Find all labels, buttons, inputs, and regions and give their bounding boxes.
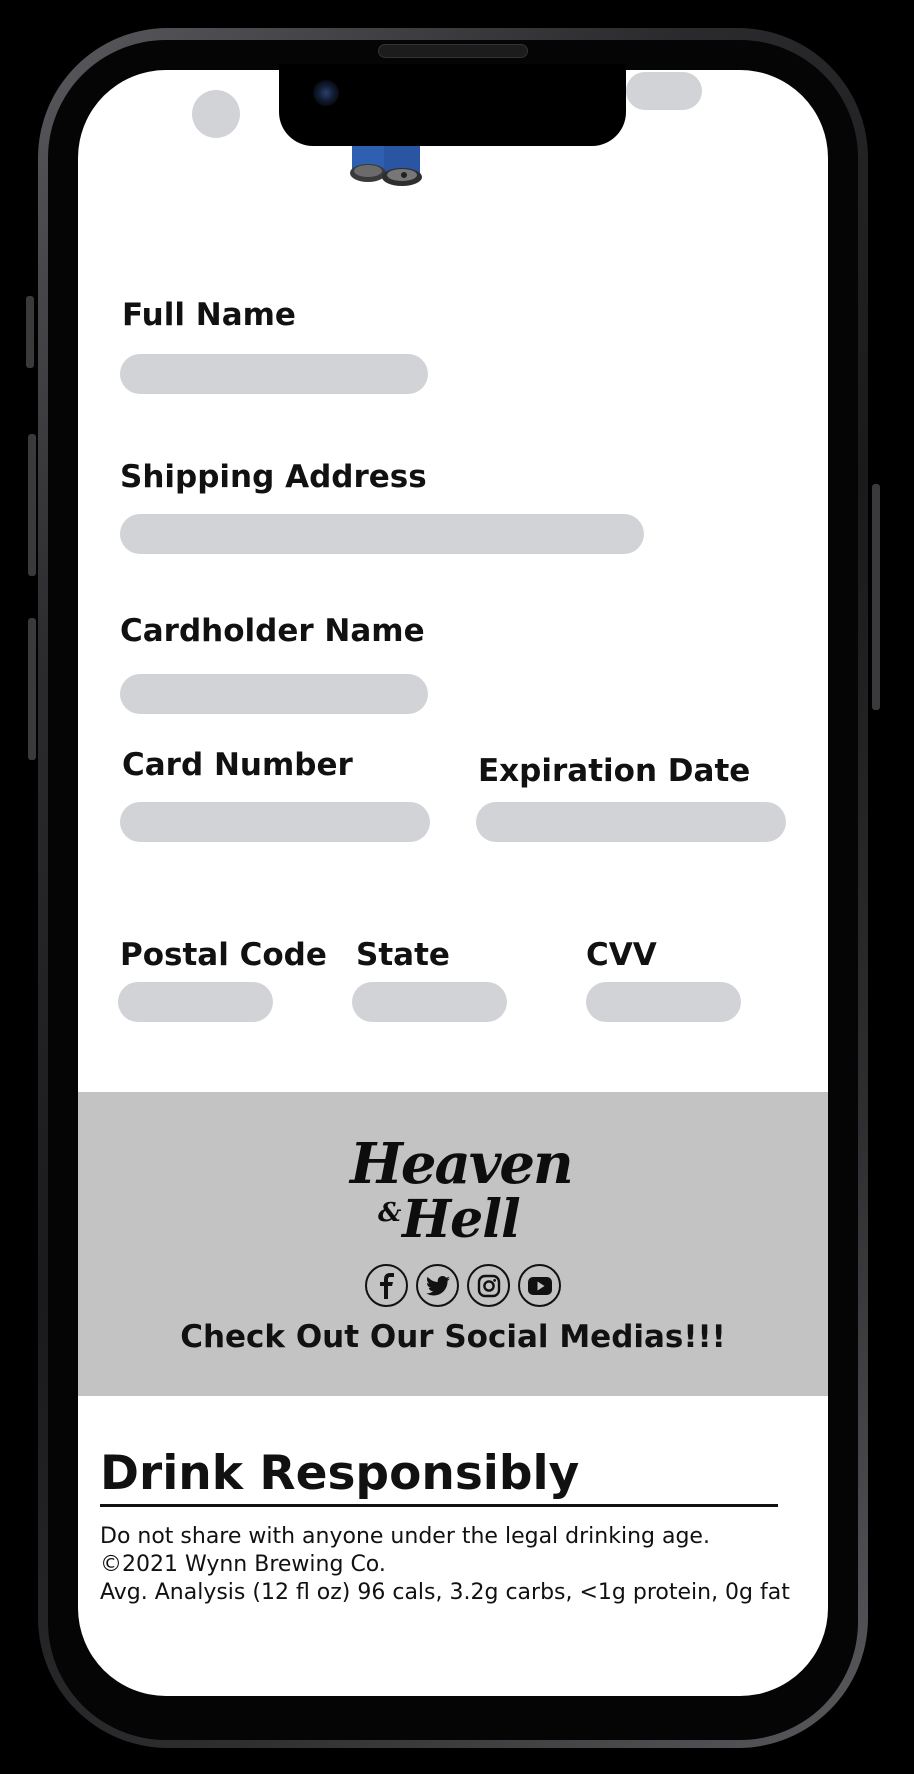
product-cans-image bbox=[350, 140, 422, 186]
earpiece-speaker bbox=[378, 44, 528, 58]
drink-responsibly-heading: Drink Responsibly bbox=[100, 1446, 580, 1501]
volume-up-button bbox=[28, 434, 36, 576]
full-name-label: Full Name bbox=[122, 297, 296, 333]
card-number-input[interactable] bbox=[120, 802, 430, 842]
shipping-address-input[interactable] bbox=[120, 514, 644, 554]
cvv-label: CVV bbox=[586, 937, 657, 973]
postal-code-label: Postal Code bbox=[120, 937, 327, 973]
power-button bbox=[872, 484, 880, 710]
front-camera-icon bbox=[313, 80, 339, 106]
cvv-input[interactable] bbox=[586, 982, 741, 1022]
social-links bbox=[365, 1264, 561, 1307]
state-label: State bbox=[356, 937, 450, 973]
brand-logo-line2: Hell bbox=[402, 1189, 521, 1250]
facebook-icon[interactable] bbox=[365, 1264, 408, 1307]
card-number-label: Card Number bbox=[122, 747, 353, 783]
notch bbox=[279, 64, 626, 146]
brand-logo-ampersand: & bbox=[378, 1198, 402, 1228]
instagram-icon[interactable] bbox=[467, 1264, 510, 1307]
copyright-notice: ©2021 Wynn Brewing Co. bbox=[100, 1552, 386, 1577]
state-input[interactable] bbox=[352, 982, 507, 1022]
brand-logo[interactable]: Heaven & Hell bbox=[350, 1136, 574, 1254]
expiration-date-label: Expiration Date bbox=[478, 753, 751, 789]
cardholder-name-input[interactable] bbox=[120, 674, 428, 714]
age-disclaimer: Do not share with anyone under the legal… bbox=[100, 1524, 710, 1549]
postal-code-input[interactable] bbox=[118, 982, 273, 1022]
cardholder-name-label: Cardholder Name bbox=[120, 613, 425, 649]
brand-logo-line1: Heaven bbox=[350, 1131, 574, 1197]
social-caption: Check Out Our Social Medias!!! bbox=[180, 1319, 726, 1355]
nutrition-analysis: Avg. Analysis (12 fl oz) 96 cals, 3.2g c… bbox=[100, 1580, 790, 1605]
shipping-address-label: Shipping Address bbox=[120, 459, 427, 495]
youtube-icon[interactable] bbox=[518, 1264, 561, 1307]
heading-divider bbox=[100, 1504, 778, 1507]
twitter-icon[interactable] bbox=[416, 1264, 459, 1307]
status-placeholder-circle bbox=[192, 90, 240, 138]
full-name-input[interactable] bbox=[120, 354, 428, 394]
expiration-date-input[interactable] bbox=[476, 802, 786, 842]
status-placeholder-pill bbox=[626, 72, 702, 110]
mute-switch bbox=[26, 296, 34, 368]
volume-down-button bbox=[28, 618, 36, 760]
